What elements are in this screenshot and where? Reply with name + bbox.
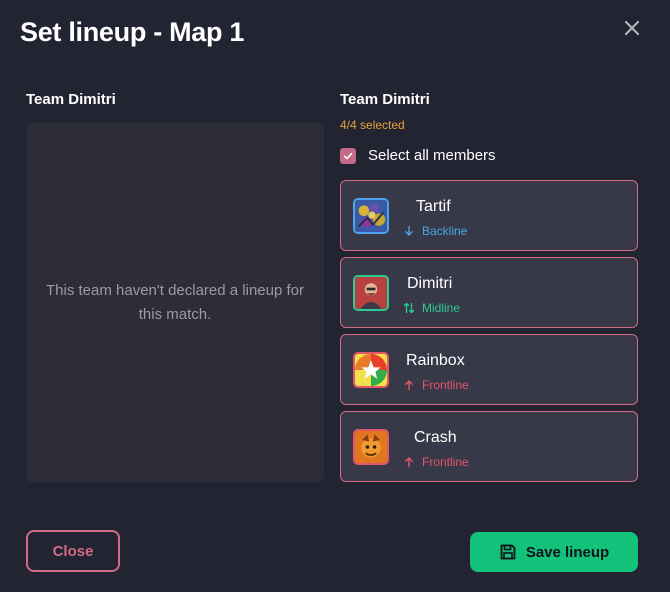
select-all-label: Select all members [368, 147, 496, 164]
member-name: Rainbox [406, 352, 465, 369]
left-team-name: Team Dimitri [26, 91, 116, 108]
close-button[interactable]: Close [26, 530, 120, 572]
select-all-members-toggle[interactable]: Select all members [340, 147, 496, 164]
member-role: Frontline [403, 378, 469, 392]
save-button-label: Save lineup [525, 543, 610, 561]
save-lineup-button[interactable]: Save lineup [470, 532, 638, 572]
member-role-label: Frontline [422, 378, 469, 392]
member-card-rainbox[interactable]: Rainbox Frontline [340, 334, 638, 405]
floppy-disk-icon [500, 544, 516, 560]
avatar [353, 352, 389, 388]
member-role: Midline [403, 301, 460, 315]
avatar [353, 429, 389, 465]
lineup-dialog: Set lineup - Map 1 Team Dimitri This tea… [0, 0, 670, 592]
selected-count: 4/4 selected [340, 118, 405, 132]
avatar [353, 275, 389, 311]
member-role-label: Midline [422, 301, 461, 315]
member-role: Frontline [403, 455, 469, 469]
checkmark-icon [343, 152, 353, 159]
arrow-down-icon [403, 225, 415, 237]
arrow-up-icon [403, 379, 415, 391]
left-team-lineup-panel: This team haven't declared a lineup for … [26, 123, 324, 482]
member-role-label: Backline [422, 224, 468, 238]
arrows-updown-icon [403, 302, 415, 314]
close-icon[interactable] [620, 16, 644, 40]
dialog-title: Set lineup - Map 1 [20, 17, 245, 47]
member-list: Tartif Backline Dimitri Midline Rainbox … [340, 180, 638, 488]
select-all-checkbox[interactable] [340, 147, 356, 164]
member-name: Crash [414, 429, 457, 446]
member-card-dimitri[interactable]: Dimitri Midline [340, 257, 638, 328]
member-name: Dimitri [407, 275, 453, 292]
arrow-up-icon [403, 456, 415, 468]
member-role: Backline [403, 224, 467, 238]
member-card-tartif[interactable]: Tartif Backline [340, 180, 638, 251]
member-role-label: Frontline [422, 455, 469, 469]
member-card-crash[interactable]: Crash Frontline [340, 411, 638, 482]
avatar [353, 198, 389, 234]
right-team-name: Team Dimitri [340, 91, 430, 108]
member-name: Tartif [416, 198, 451, 215]
empty-lineup-message: This team haven't declared a lineup for … [45, 281, 304, 323]
